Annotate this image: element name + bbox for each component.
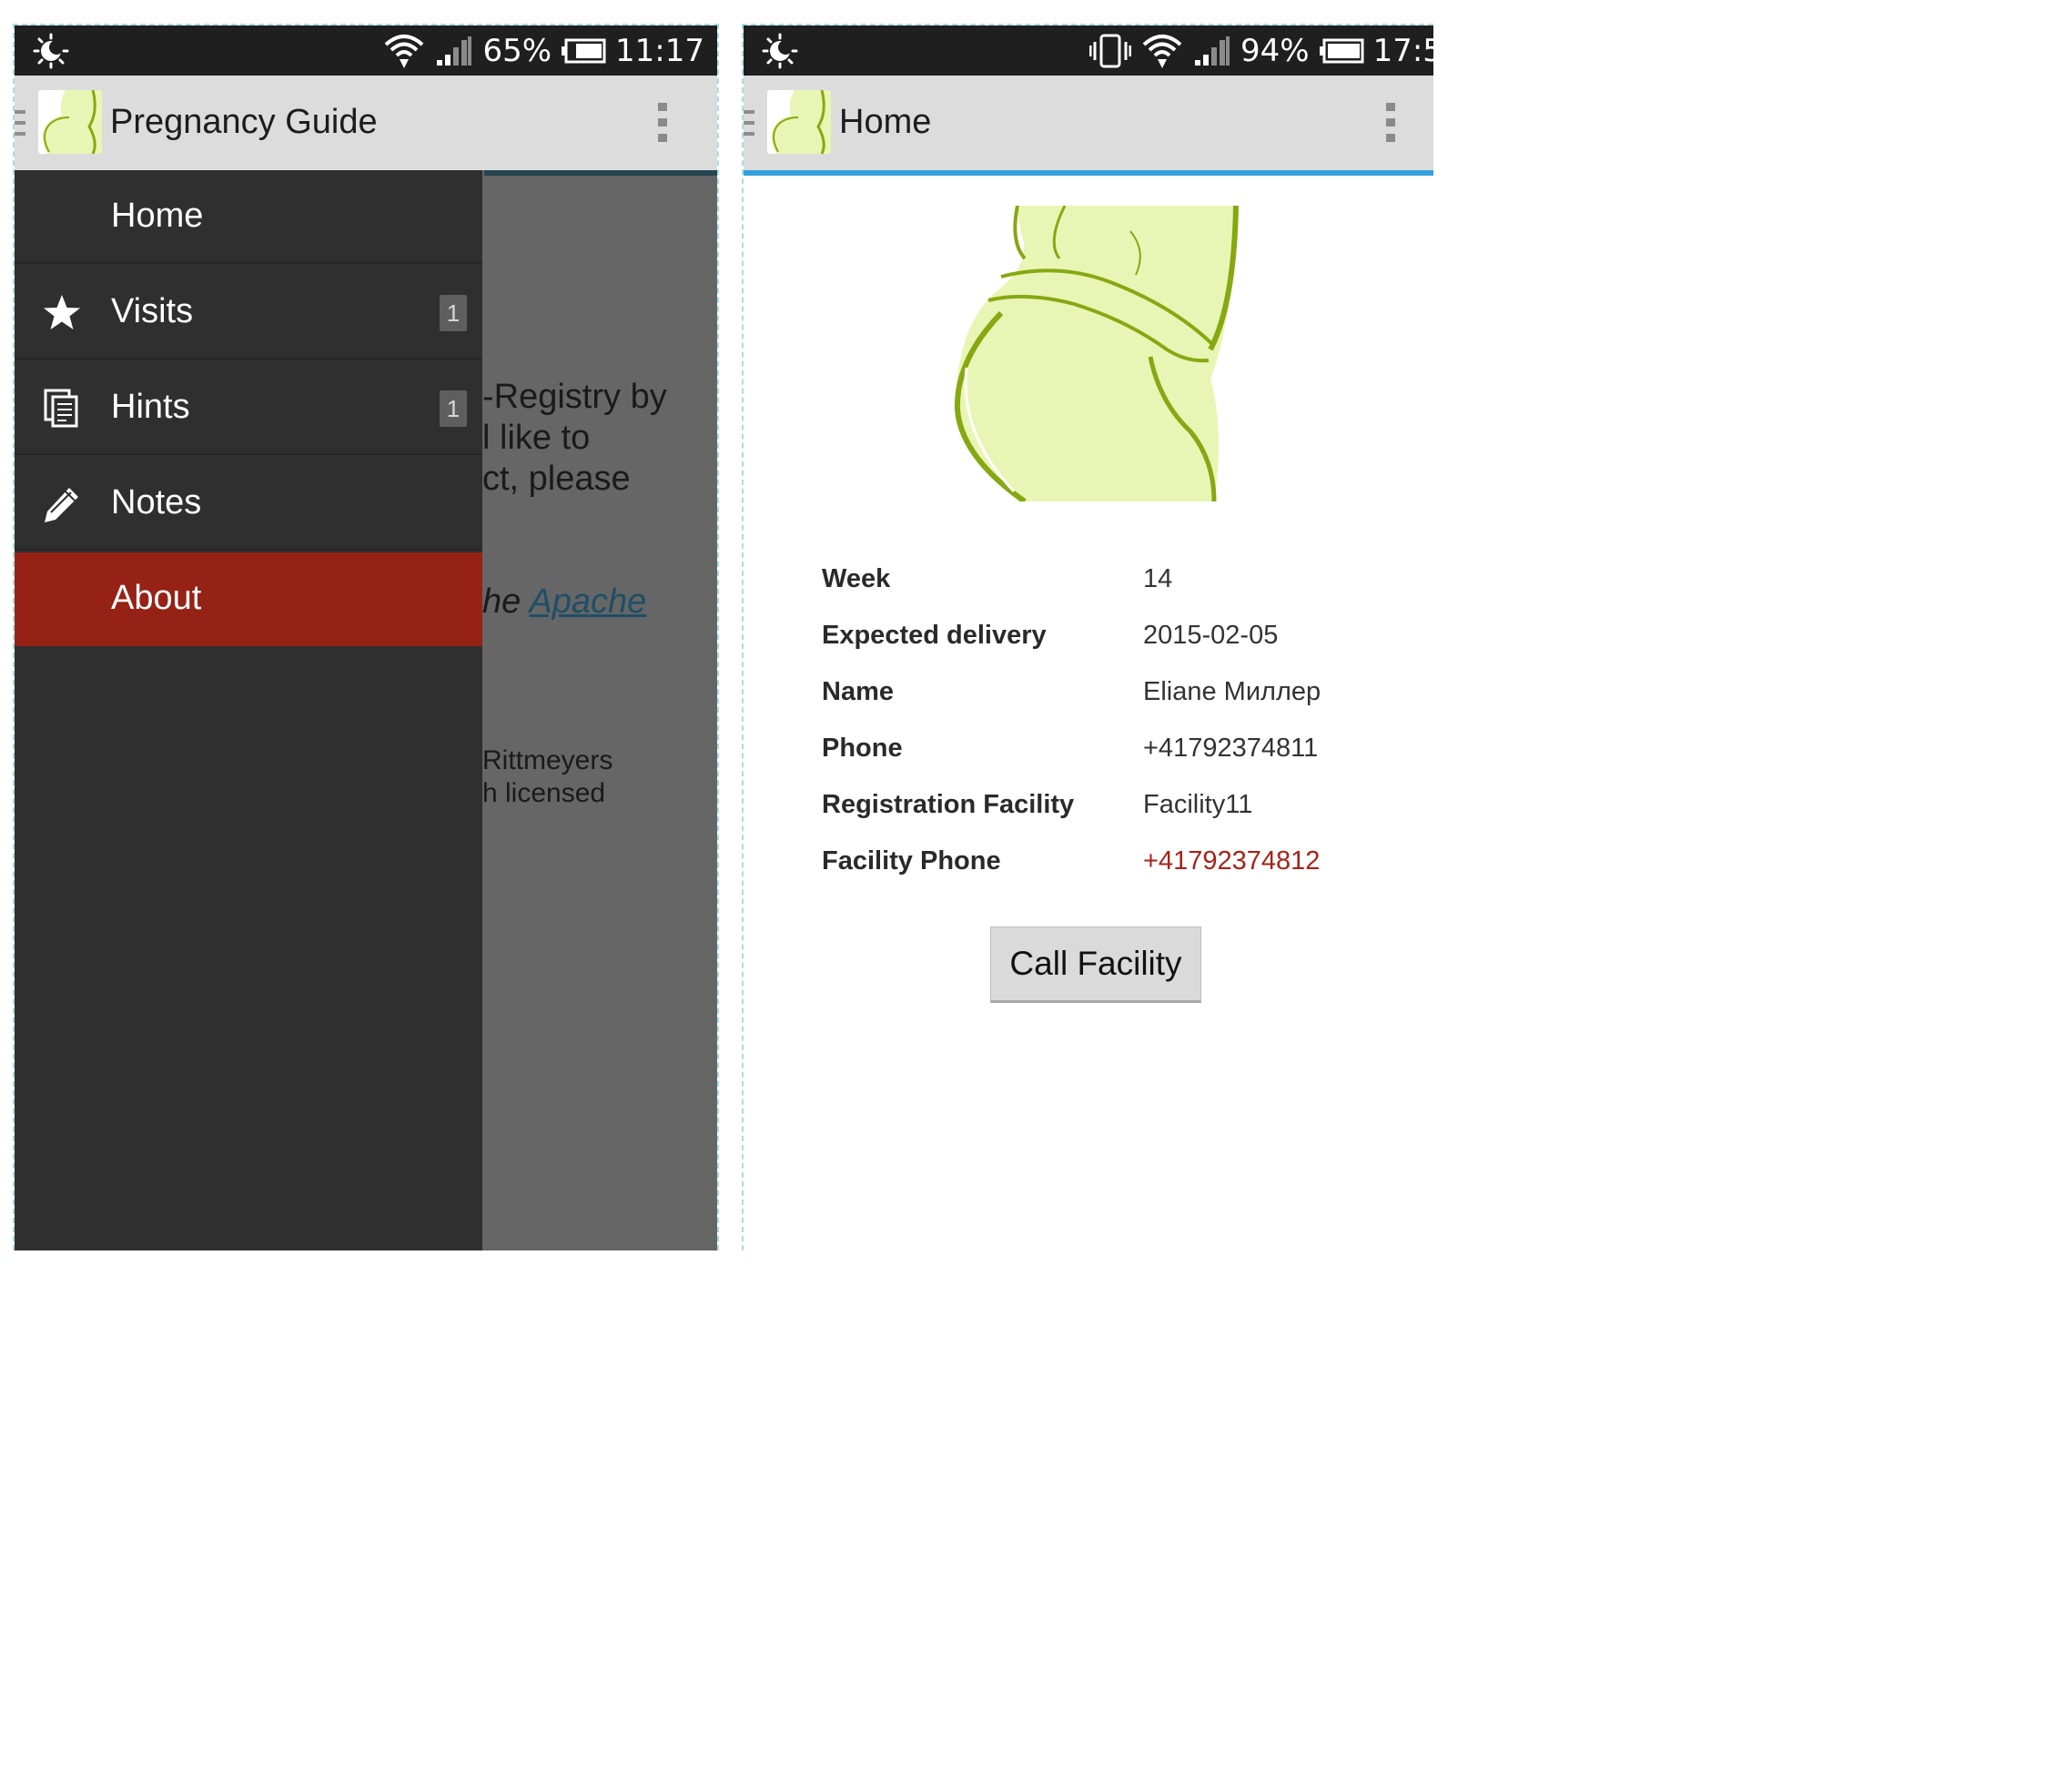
app-title: Pregnancy Guide [110,103,378,141]
app-logo-icon[interactable] [767,90,831,154]
info-label: Week [822,564,891,593]
action-bar-accent-line [744,170,1433,176]
drawer-item-label: Hints [111,388,190,426]
night-mode-icon [762,33,798,69]
overflow-menu-icon[interactable] [658,103,667,143]
about-paragraph-2: he Apache [482,582,647,621]
wifi-icon [1142,34,1182,68]
night-mode-icon [33,33,69,69]
screen-title: Home [839,103,932,141]
drawer-item-visits[interactable]: Visits 1 [15,266,482,359]
drawer-item-label: Home [111,197,204,235]
phone-screen-home: 94% 17:59 Home [742,24,1433,1250]
drawer-item-label: About [111,579,202,617]
documents-icon [44,389,78,428]
signal-icon [437,35,472,66]
call-facility-button[interactable]: Call Facility [990,926,1201,1003]
info-value: 2015-02-05 [1143,621,1279,650]
star-icon [44,295,80,329]
navigation-drawer: Home Visits 1 Hints 1 Notes About [15,170,482,1250]
drawer-item-notes[interactable]: Notes [15,457,482,551]
about-paragraph-3: Rittmeyers h licensed [482,745,613,808]
drawer-item-label: Notes [111,483,202,521]
info-label: Facility Phone [822,846,1001,876]
battery-icon [562,38,606,63]
count-badge: 1 [440,390,467,427]
info-label: Registration Facility [822,790,1075,819]
info-label: Phone [822,734,903,763]
app-logo-icon[interactable] [38,90,102,154]
drawer-item-hints[interactable]: Hints 1 [15,361,482,455]
info-value: +41792374811 [1143,734,1319,763]
clock: 17:59 [1372,32,1433,69]
battery-icon [1319,38,1364,63]
info-label: Expected delivery [822,621,1047,650]
info-label: Name [822,677,894,706]
battery-percent: 94% [1240,32,1310,69]
overflow-menu-icon[interactable] [1386,103,1395,143]
status-bar: 94% 17:59 [744,25,1433,76]
info-value: Facility11 [1143,790,1253,819]
info-value: 14 [1143,564,1173,593]
drawer-item-home[interactable]: Home [15,170,482,264]
action-bar: Pregnancy Guide [15,76,717,170]
drawer-indicator-icon[interactable] [744,110,754,139]
phone-screen-drawer: 65% 11:17 Pregnancy Guide -Registry by l… [13,24,719,1250]
content-top-line [484,170,717,176]
apache-link[interactable]: Apache [529,582,646,621]
drawer-item-label: Visits [111,292,194,330]
battery-percent: 65% [482,32,552,69]
signal-icon [1195,35,1230,66]
about-paragraph-1: -Registry by l like to ct, please [482,378,667,498]
facility-phone-link[interactable]: +41792374812 [1143,846,1320,876]
drawer-item-about[interactable]: About [15,552,482,646]
clock: 11:17 [615,32,704,69]
count-badge: 1 [440,295,467,331]
status-bar: 65% 11:17 [15,25,717,76]
pregnant-silhouette-illustration [954,206,1239,501]
vibrate-icon [1089,34,1131,67]
info-value: Eliane Миллер [1143,677,1321,706]
drawer-indicator-icon[interactable] [15,110,25,139]
action-bar: Home [744,76,1433,170]
wifi-icon [385,34,424,68]
pencil-icon [45,488,78,522]
